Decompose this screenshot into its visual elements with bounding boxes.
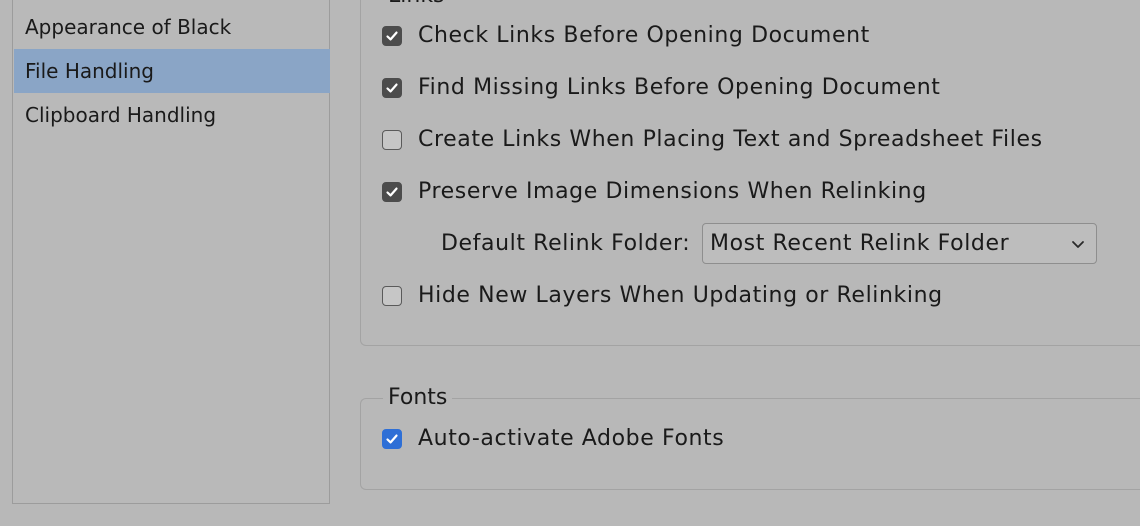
hide-new-layers-option[interactable]: Hide New Layers When Updating or Relinki… xyxy=(382,283,943,309)
auto-activate-fonts-checkbox[interactable] xyxy=(382,429,402,449)
create-links-checkbox[interactable] xyxy=(382,130,402,150)
find-missing-links-option[interactable]: Find Missing Links Before Opening Docume… xyxy=(382,75,940,101)
create-links-option[interactable]: Create Links When Placing Text and Sprea… xyxy=(382,127,1043,153)
hide-new-layers-label: Hide New Layers When Updating or Relinki… xyxy=(418,283,943,308)
default-relink-folder-dropdown[interactable]: Most Recent Relink Folder xyxy=(702,223,1097,264)
sidebar-item-clipboard-handling[interactable]: Clipboard Handling xyxy=(14,93,330,137)
hide-new-layers-checkbox[interactable] xyxy=(382,286,402,306)
auto-activate-fonts-option[interactable]: Auto-activate Adobe Fonts xyxy=(382,426,724,452)
sidebar-item-file-handling[interactable]: File Handling xyxy=(14,49,330,93)
sidebar-item-appearance-of-black[interactable]: Appearance of Black xyxy=(14,5,330,49)
fonts-group-legend: Fonts xyxy=(383,385,453,411)
chevron-down-icon xyxy=(1072,240,1084,248)
check-links-label: Check Links Before Opening Document xyxy=(418,23,870,48)
links-group-legend: Links xyxy=(383,0,450,9)
find-missing-links-checkbox[interactable] xyxy=(382,78,402,98)
preferences-panel: Appearance of Black File Handling Clipbo… xyxy=(0,0,1140,526)
preserve-image-dimensions-option[interactable]: Preserve Image Dimensions When Relinking xyxy=(382,179,927,205)
checkmark-icon xyxy=(386,83,398,93)
check-links-option[interactable]: Check Links Before Opening Document xyxy=(382,23,870,49)
checkmark-icon xyxy=(386,31,398,41)
preferences-category-list[interactable]: Appearance of Black File Handling Clipbo… xyxy=(12,0,330,504)
default-relink-folder-value: Most Recent Relink Folder xyxy=(710,230,1010,256)
create-links-label: Create Links When Placing Text and Sprea… xyxy=(418,127,1043,152)
preserve-image-dimensions-checkbox[interactable] xyxy=(382,182,402,202)
checkmark-icon xyxy=(386,187,398,197)
preserve-image-dimensions-label: Preserve Image Dimensions When Relinking xyxy=(418,179,927,204)
checkmark-icon xyxy=(386,434,398,444)
default-relink-folder-label: Default Relink Folder: xyxy=(441,231,691,256)
auto-activate-fonts-label: Auto-activate Adobe Fonts xyxy=(418,426,725,451)
check-links-checkbox[interactable] xyxy=(382,26,402,46)
find-missing-links-label: Find Missing Links Before Opening Docume… xyxy=(418,75,941,100)
